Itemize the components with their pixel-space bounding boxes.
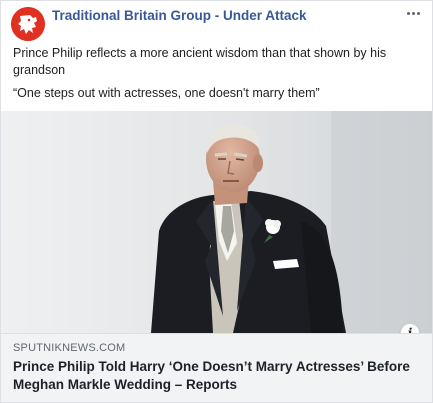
post-text-line: Prince Philip reflects a more ancient wi… bbox=[13, 46, 387, 77]
photo-of-man-in-morning-suit bbox=[1, 111, 432, 333]
post-text: Prince Philip reflects a more ancient wi… bbox=[13, 45, 423, 108]
lion-logo-icon bbox=[11, 7, 45, 41]
page-name-link[interactable]: Traditional Britain Group - Under Attack bbox=[52, 8, 307, 23]
link-title[interactable]: Prince Philip Told Harry ‘One Doesn’t Ma… bbox=[13, 358, 422, 394]
link-preview-image[interactable] bbox=[1, 111, 432, 333]
feed-post: Traditional Britain Group - Under Attack… bbox=[0, 0, 433, 403]
post-text-quote: “One steps out with actresses, one doesn… bbox=[13, 86, 320, 100]
post-header: Traditional Britain Group - Under Attack bbox=[11, 5, 424, 41]
page-avatar[interactable] bbox=[11, 7, 45, 41]
more-options-icon[interactable] bbox=[402, 5, 424, 21]
link-domain: SPUTNIKNEWS.COM bbox=[13, 342, 126, 354]
link-preview[interactable]: SPUTNIKNEWS.COM Prince Philip Told Harry… bbox=[1, 333, 432, 402]
